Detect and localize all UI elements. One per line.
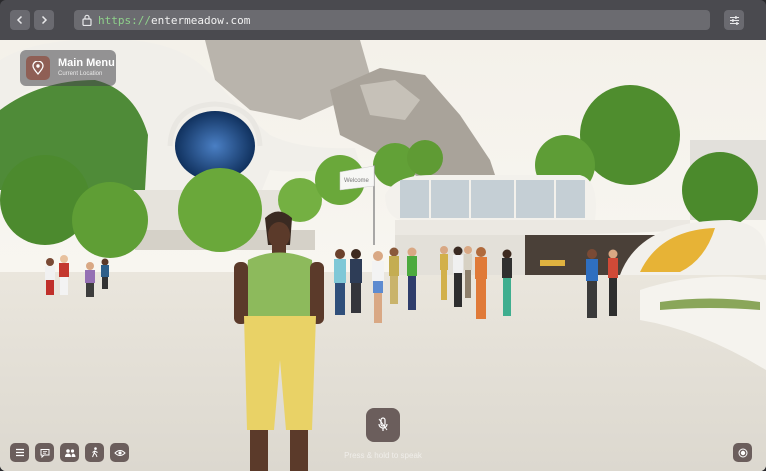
forward-button[interactable] bbox=[34, 10, 54, 30]
main-menu-title: Main Menu bbox=[58, 57, 115, 69]
pavilion-glass bbox=[400, 180, 585, 218]
chat-icon bbox=[40, 448, 49, 458]
main-menu-text: Main Menu Current Location bbox=[58, 57, 115, 79]
browser-toolbar: https:// entermeadow.com bbox=[0, 0, 766, 40]
browser-window: https:// entermeadow.com Welcome Main Me… bbox=[0, 0, 766, 471]
people-icon bbox=[64, 448, 75, 457]
virtual-world-viewport[interactable]: Welcome bbox=[0, 40, 766, 471]
menu-button[interactable] bbox=[10, 443, 29, 462]
scene-illustration: Welcome bbox=[0, 40, 766, 471]
location-pin-badge bbox=[26, 56, 50, 80]
url-scheme: https:// bbox=[98, 13, 151, 27]
chat-button[interactable] bbox=[35, 443, 54, 462]
avatar-npc bbox=[45, 258, 55, 295]
tree bbox=[580, 85, 680, 185]
view-button[interactable] bbox=[110, 443, 129, 462]
sliders-icon bbox=[729, 15, 739, 25]
avatar-npc bbox=[85, 262, 95, 297]
avatar-npc bbox=[101, 258, 109, 289]
hamburger-menu-icon bbox=[15, 448, 24, 457]
location-pin-icon bbox=[32, 61, 44, 75]
current-location-label: Current Location bbox=[58, 71, 103, 77]
chevron-right-icon bbox=[41, 15, 48, 25]
lock-icon bbox=[82, 14, 92, 26]
record-icon bbox=[738, 448, 747, 457]
people-button[interactable] bbox=[60, 443, 79, 462]
avatar-npc bbox=[475, 247, 487, 319]
emote-button[interactable] bbox=[85, 443, 104, 462]
back-button[interactable] bbox=[10, 10, 30, 30]
avatar-npc bbox=[586, 249, 598, 318]
bottom-toolbar bbox=[10, 443, 135, 462]
eye-icon bbox=[113, 449, 126, 456]
tree bbox=[682, 152, 758, 228]
avatar-npc bbox=[407, 247, 417, 310]
avatar-npc bbox=[502, 249, 512, 316]
tree bbox=[178, 168, 262, 252]
avatar-npc bbox=[440, 246, 448, 300]
flag-text: Welcome bbox=[344, 178, 370, 184]
walking-figure-icon bbox=[91, 447, 98, 458]
avatar-npc bbox=[453, 246, 463, 307]
address-bar[interactable]: https:// entermeadow.com bbox=[74, 10, 710, 30]
chevron-left-icon bbox=[16, 15, 23, 25]
record-button[interactable] bbox=[733, 443, 752, 462]
main-menu-button[interactable]: Main Menu Current Location bbox=[20, 50, 116, 86]
tree bbox=[72, 182, 148, 258]
entrance-light bbox=[540, 260, 565, 266]
tree bbox=[407, 140, 443, 176]
url-host: entermeadow.com bbox=[150, 13, 251, 27]
push-to-talk-button[interactable] bbox=[366, 408, 400, 442]
browser-settings-button[interactable] bbox=[724, 10, 744, 30]
avatar-npc bbox=[608, 249, 618, 316]
mic-hint-text: Press & hold to speak bbox=[344, 451, 422, 460]
microphone-icon bbox=[378, 417, 388, 431]
